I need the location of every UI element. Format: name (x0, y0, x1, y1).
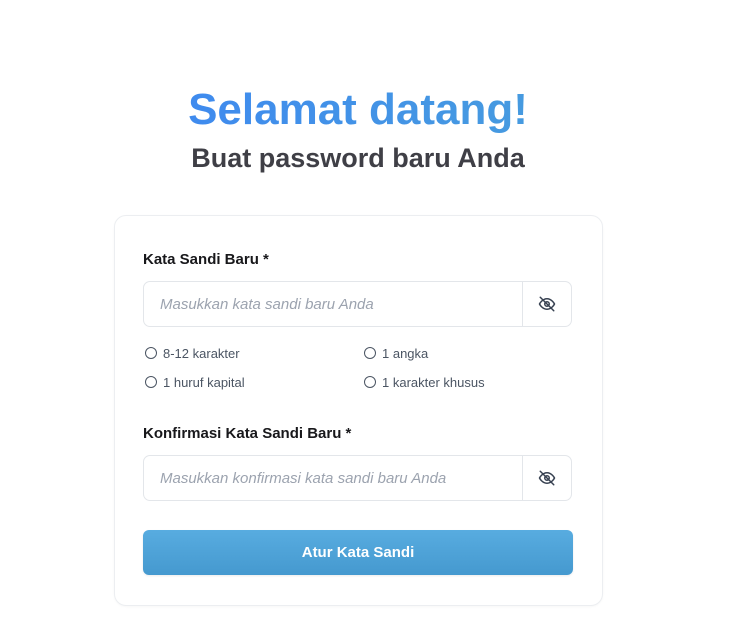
requirement-label: 8-12 karakter (163, 345, 240, 361)
confirm-password-input[interactable] (144, 456, 522, 500)
password-requirements: 8-12 karakter 1 angka 1 huruf kapital 1 … (145, 343, 575, 392)
unchecked-circle-icon (364, 347, 376, 359)
unchecked-circle-icon (145, 376, 157, 388)
requirement-length: 8-12 karakter (145, 343, 364, 363)
password-form-card: Kata Sandi Baru * 8-12 karakter 1 angka (114, 215, 603, 606)
requirement-label: 1 angka (382, 345, 429, 361)
requirement-uppercase: 1 huruf kapital (145, 372, 364, 392)
confirm-password-visibility-toggle[interactable] (522, 456, 571, 500)
requirement-label: 1 karakter khusus (382, 374, 485, 390)
page-title: Selamat datang! (0, 84, 716, 136)
confirm-password-field (143, 455, 572, 501)
unchecked-circle-icon (145, 347, 157, 359)
eye-off-icon (538, 296, 556, 312)
page: Selamat datang! Buat password baru Anda … (0, 0, 739, 637)
requirement-label: 1 huruf kapital (163, 374, 245, 390)
new-password-visibility-toggle[interactable] (522, 282, 571, 326)
new-password-input[interactable] (144, 282, 522, 326)
eye-off-icon (538, 470, 556, 486)
unchecked-circle-icon (364, 376, 376, 388)
confirm-password-label: Konfirmasi Kata Sandi Baru * (143, 425, 352, 442)
requirement-number: 1 angka (364, 343, 575, 363)
requirement-special-char: 1 karakter khusus (364, 372, 575, 392)
page-subtitle: Buat password baru Anda (191, 143, 525, 173)
new-password-field (143, 281, 572, 327)
set-password-button[interactable]: Atur Kata Sandi (143, 530, 573, 575)
new-password-label: Kata Sandi Baru * (143, 251, 269, 268)
